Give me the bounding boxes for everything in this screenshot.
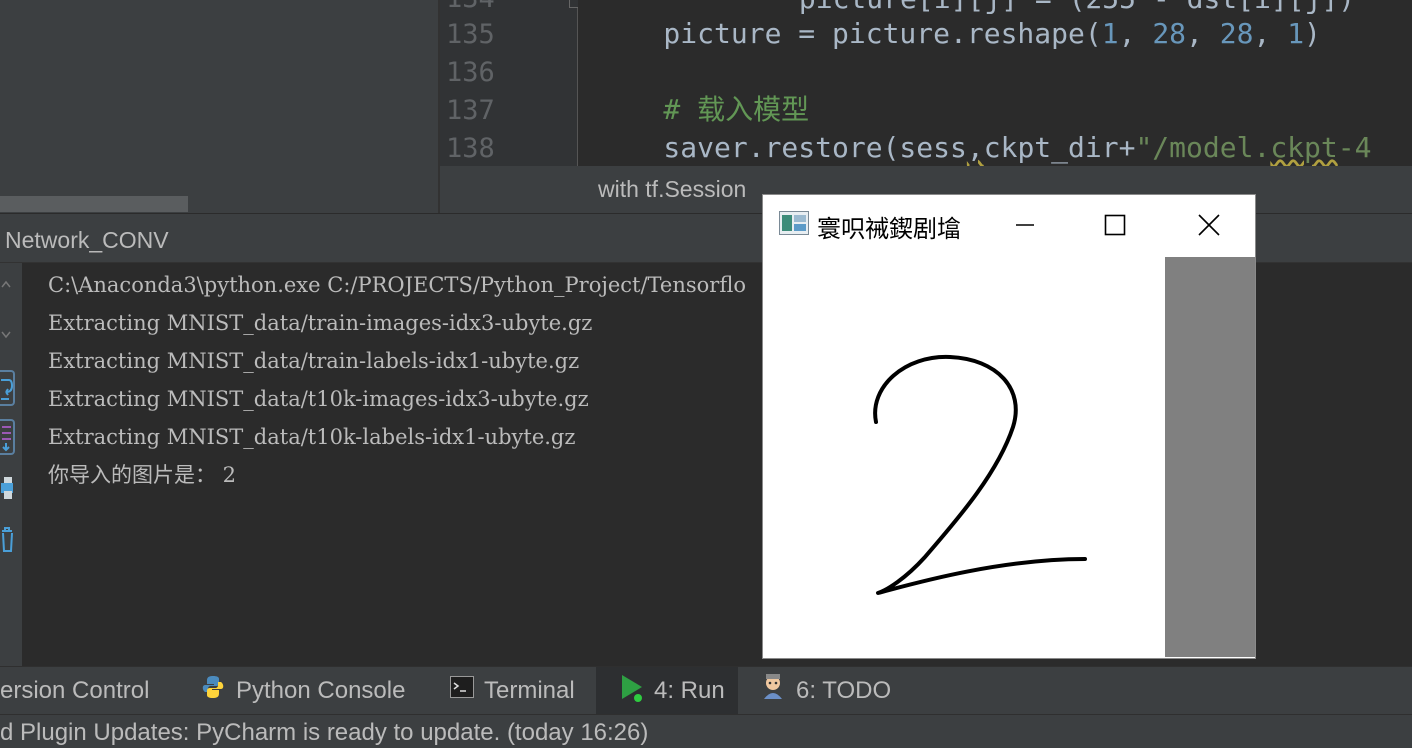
tab-label: 4: Run [654,676,725,704]
tool-window-bar: ersion Control Python Console Terminal 4… [0,666,1412,714]
console-line: Extracting MNIST_data/train-labels-idx1-… [48,349,580,373]
minimize-button[interactable] [979,195,1071,255]
breadcrumb-item[interactable]: with tf.Session [598,176,746,203]
python-icon [200,674,226,707]
print-icon[interactable] [0,475,14,501]
run-toolbar [0,263,22,666]
line-number: 135 [446,19,495,50]
status-message[interactable]: d Plugin Updates: PyCharm is ready to up… [0,719,648,747]
tab-terminal[interactable]: Terminal [440,667,585,714]
console-line: C:\Anaconda3\python.exe C:/PROJECTS/Pyth… [48,273,746,297]
tab-label: 6: TODO [796,676,892,704]
line-number: 138 [446,133,495,164]
run-config-name: Network_CONV [5,227,169,253]
todo-icon [760,673,786,708]
close-button[interactable] [1163,195,1255,255]
digit-image [765,257,1165,657]
maximize-icon [1104,214,1126,236]
code-line-137: # 载入模型 [596,93,810,126]
code-line-138: saver.restore(sess,ckpt_dir+"/model.ckpt… [596,131,1372,164]
console-line: Extracting MNIST_data/t10k-labels-idx1-u… [48,425,576,449]
tab-version-control[interactable]: ersion Control [0,667,165,714]
scroll-to-end-button[interactable] [0,419,15,455]
console-line: Extracting MNIST_data/train-images-idx3-… [48,311,593,335]
tab-label: Python Console [236,676,406,704]
line-number: 136 [446,57,495,88]
close-icon [1198,214,1220,236]
window-titlebar[interactable]: 寰呮祴鍥剧墖 [763,195,1255,255]
handwritten-digit-image [873,354,1087,595]
scroll-to-end-icon [2,426,11,452]
maximize-button[interactable] [1069,195,1161,255]
window-title: 寰呮祴鍥剧墖 [817,216,961,243]
window-app-icon [779,211,809,235]
tab-label: ersion Control [0,676,150,704]
tab-label: Terminal [484,676,575,704]
project-pane [0,0,438,213]
line-number: 137 [446,95,495,126]
console-result-line: 你导入的图片是： 2 [48,463,237,487]
soft-wrap-icon [1,379,14,400]
image-padding-area [1165,257,1255,657]
tab-python-console[interactable]: Python Console [190,667,415,714]
tab-run[interactable]: 4: Run [596,667,738,714]
clear-all-icon[interactable] [0,525,14,553]
scroll-up-icon[interactable] [0,278,12,290]
horizontal-scrollbar[interactable] [0,196,188,212]
code-line-135: picture = picture.reshape(1, 28, 28, 1) [596,17,1321,50]
soft-wrap-button[interactable] [0,370,15,406]
tab-todo[interactable]: 6: TODO [748,667,903,714]
status-bar: d Plugin Updates: PyCharm is ready to up… [0,714,1412,748]
terminal-icon [450,676,474,705]
code-editor[interactable]: picture[i][j] = (255 - dst[i][j]) pictur… [578,0,1412,166]
console-line: Extracting MNIST_data/t10k-images-idx3-u… [48,387,589,411]
scroll-down-icon[interactable] [0,328,12,340]
minimize-icon [1016,224,1034,226]
run-icon [620,672,644,709]
image-preview-window[interactable]: 寰呮祴鍥剧墖 [762,194,1256,659]
